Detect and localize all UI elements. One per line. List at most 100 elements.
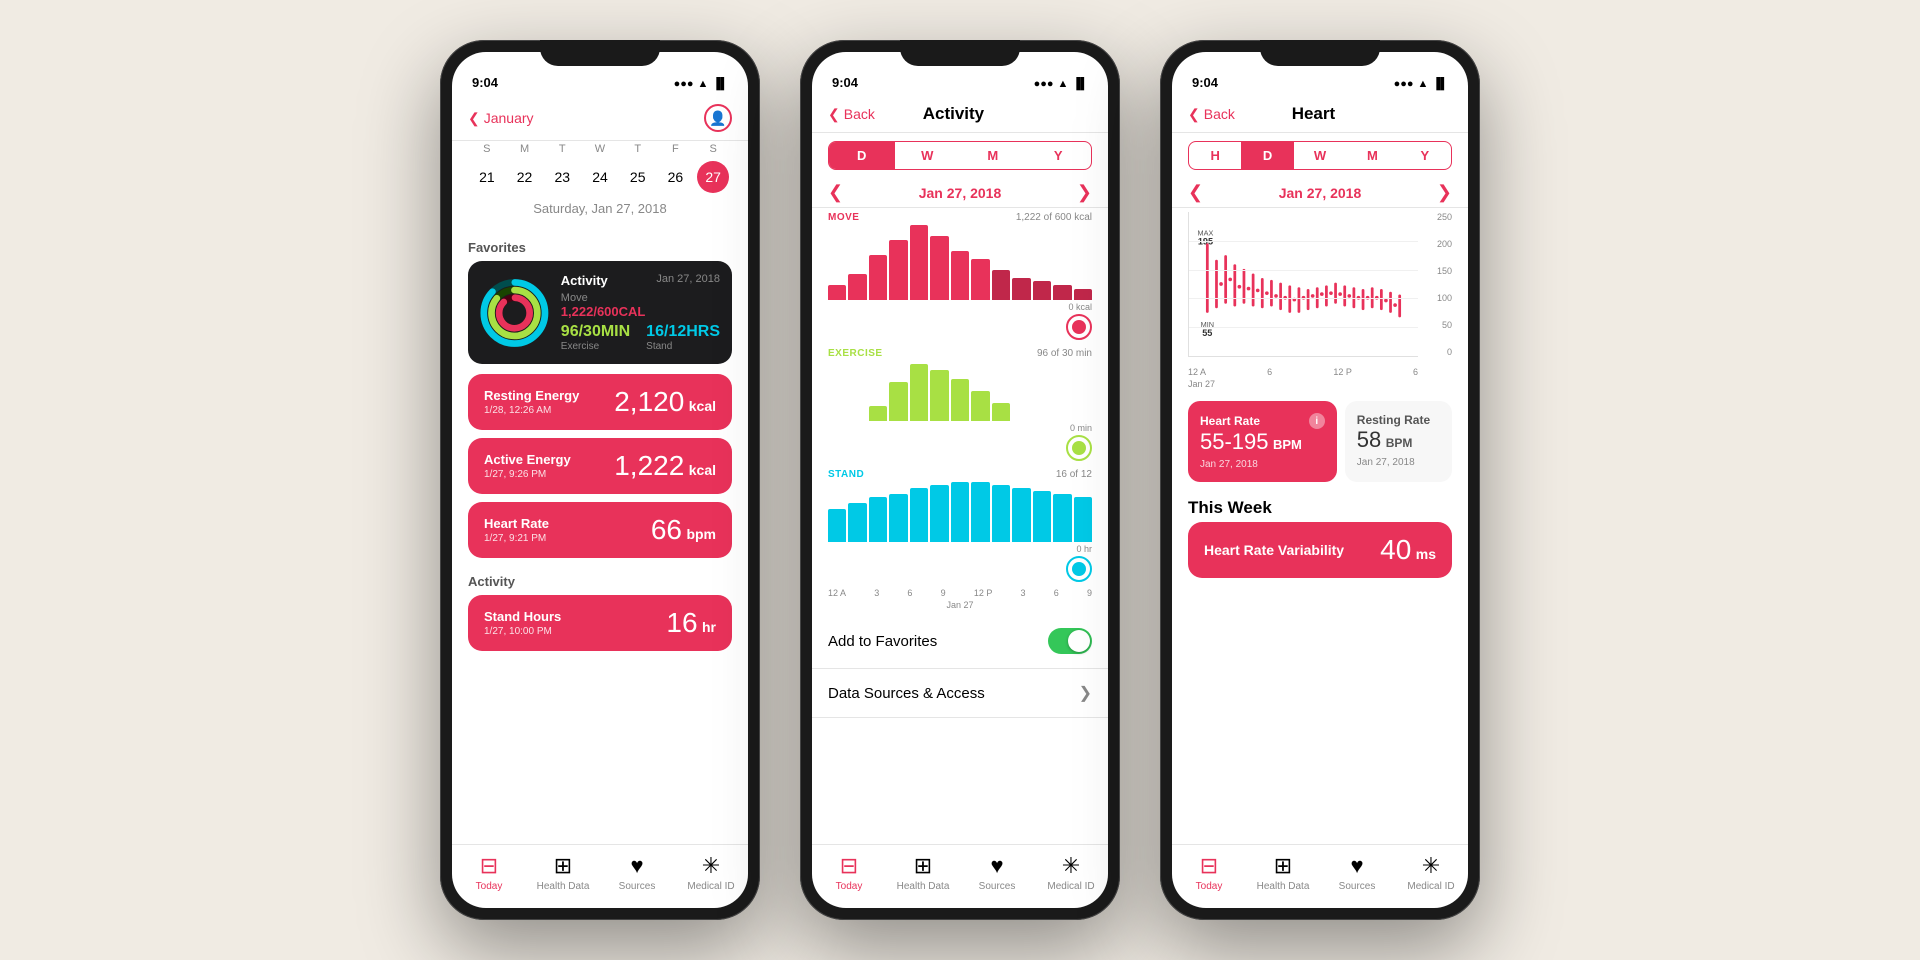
chart-date-label: Jan 27 xyxy=(812,600,1108,614)
favorites-toggle[interactable] xyxy=(1048,628,1092,654)
time-1: 9:04 xyxy=(472,75,498,90)
tab-bar-2: ⊟ Today ⊞ Health Data ♥ Sources ✳ Medica… xyxy=(812,844,1108,908)
active-energy-card[interactable]: Active Energy 1/27, 9:26 PM 1,222 kcal xyxy=(468,438,732,494)
period-d[interactable]: D xyxy=(829,142,895,169)
profile-button[interactable]: 👤 xyxy=(704,104,732,132)
add-to-favorites-row[interactable]: Add to Favorites xyxy=(812,614,1108,669)
selected-date-label: Saturday, Jan 27, 2018 xyxy=(468,197,732,224)
bar xyxy=(910,488,928,542)
stand-hours-card[interactable]: Stand Hours 1/27, 10:00 PM 16 hr xyxy=(468,595,732,651)
nav-title-3: Heart xyxy=(1292,104,1335,124)
resting-rate-value: 58 xyxy=(1357,427,1381,452)
back-activity[interactable]: ❮ Back xyxy=(828,106,875,123)
activity-title: Activity xyxy=(561,273,608,288)
time-2: 9:04 xyxy=(832,75,858,90)
battery-icon-3: ▐▌ xyxy=(1432,78,1448,90)
stand-axis-label: 0 hr xyxy=(828,544,1092,554)
next-date-3[interactable]: ❯ xyxy=(1437,182,1452,203)
prev-date-2[interactable]: ❮ xyxy=(828,182,843,203)
tab-health-data-3[interactable]: ⊞ Health Data xyxy=(1246,853,1320,892)
cal-day-25[interactable]: 25 xyxy=(619,161,657,193)
medical-label-2: Medical ID xyxy=(1047,881,1094,892)
hrv-card[interactable]: Heart Rate Variability 40 ms xyxy=(1188,522,1452,578)
tab-sources-1[interactable]: ♥ Sources xyxy=(600,853,674,892)
period-d-3[interactable]: D xyxy=(1241,142,1293,169)
resting-rate-card[interactable]: Resting Rate 58 BPM Jan 27, 2018 xyxy=(1345,401,1452,482)
bar xyxy=(1074,289,1092,300)
iphone-3: 9:04 ●●● ▲ ▐▌ ❮ Back Heart H D W M Y ❮ xyxy=(1160,40,1480,920)
tab-sources-3[interactable]: ♥ Sources xyxy=(1320,853,1394,892)
cal-day-22[interactable]: 22 xyxy=(506,161,544,193)
activity-date: Jan 27, 2018 xyxy=(656,273,720,288)
resting-energy-right: 2,120 kcal xyxy=(614,386,716,418)
tab-bar-1: ⊟ Today ⊞ Health Data ♥ Sources ✳ Medica… xyxy=(452,844,748,908)
cal-day-21[interactable]: 21 xyxy=(468,161,506,193)
stand-goal: 16 of 12 xyxy=(1056,469,1092,480)
bar xyxy=(1033,281,1051,300)
tab-health-data-2[interactable]: ⊞ Health Data xyxy=(886,853,960,892)
cal-day-26[interactable]: 26 xyxy=(657,161,695,193)
heart-rate-card[interactable]: Heart Rate 1/27, 9:21 PM 66 bpm xyxy=(468,502,732,558)
back-label-1: January xyxy=(484,110,534,126)
period-w[interactable]: W xyxy=(895,142,961,169)
heart-rate-main-card[interactable]: Heart Rate i 55-195 BPM Jan 27, 2018 xyxy=(1188,401,1337,482)
tab-sources-2[interactable]: ♥ Sources xyxy=(960,853,1034,892)
tab-today-1[interactable]: ⊟ Today xyxy=(452,853,526,892)
data-sources-row[interactable]: Data Sources & Access ❯ xyxy=(812,669,1108,718)
resting-energy-unit: kcal xyxy=(689,398,716,414)
back-heart[interactable]: ❮ Back xyxy=(1188,106,1235,123)
move-circle-icon xyxy=(828,314,1092,340)
health-data-label: Health Data xyxy=(537,881,590,892)
tab-medical-3[interactable]: ✳ Medical ID xyxy=(1394,853,1468,892)
resting-energy-left: Resting Energy 1/28, 12:26 AM xyxy=(484,388,579,416)
today-label: Today xyxy=(476,881,503,892)
bar xyxy=(869,255,887,300)
tab-today-3[interactable]: ⊟ Today xyxy=(1172,853,1246,892)
heart-rate-right: 66 bpm xyxy=(651,514,716,546)
prev-date-3[interactable]: ❮ xyxy=(1188,182,1203,203)
exercise-axis-label: 0 min xyxy=(828,423,1092,433)
back-january[interactable]: ❮ January xyxy=(468,110,534,127)
resting-energy-card[interactable]: Resting Energy 1/28, 12:26 AM 2,120 kcal xyxy=(468,374,732,430)
calendar-section: S M T W T F S 21 22 23 24 25 26 27 Satur… xyxy=(452,141,748,232)
status-icons-1: ●●● ▲ ▐▌ xyxy=(674,78,728,90)
tab-medical-2[interactable]: ✳ Medical ID xyxy=(1034,853,1108,892)
sources-icon-3: ♥ xyxy=(1350,853,1363,879)
hrv-name: Heart Rate Variability xyxy=(1204,542,1344,558)
period-m-3[interactable]: M xyxy=(1346,142,1398,169)
active-energy-name: Active Energy xyxy=(484,452,571,467)
bar xyxy=(889,382,907,421)
bar xyxy=(889,494,907,542)
period-h[interactable]: H xyxy=(1189,142,1241,169)
stand-hours-unit: hr xyxy=(702,619,716,635)
back-label-3: Back xyxy=(1204,106,1235,122)
tab-today-2[interactable]: ⊟ Today xyxy=(812,853,886,892)
bar xyxy=(1074,497,1092,542)
tab-health-data-1[interactable]: ⊞ Health Data xyxy=(526,853,600,892)
tab-medical-1[interactable]: ✳ Medical ID xyxy=(674,853,748,892)
stand-circle-icon xyxy=(828,556,1092,582)
chevron-back-icon-3: ❮ xyxy=(1188,106,1200,123)
exercise-chart-label: EXERCISE xyxy=(828,348,883,359)
stand-hours-right: 16 hr xyxy=(666,607,716,639)
cal-day-23[interactable]: 23 xyxy=(543,161,581,193)
period-y-3[interactable]: Y xyxy=(1399,142,1451,169)
period-w-3[interactable]: W xyxy=(1294,142,1346,169)
cal-day-24[interactable]: 24 xyxy=(581,161,619,193)
cal-day-27-selected[interactable]: 27 xyxy=(697,161,729,193)
date-label-2: Jan 27, 2018 xyxy=(919,185,1002,201)
heart-rate-card-unit: BPM xyxy=(1273,437,1302,452)
medical-icon-2: ✳ xyxy=(1062,853,1080,879)
battery-icon: ▐▌ xyxy=(712,78,728,90)
heart-rate-unit: bpm xyxy=(686,526,716,542)
iphone-2: 9:04 ●●● ▲ ▐▌ ❮ Back Activity D W M Y ❮ … xyxy=(800,40,1120,920)
heart-stats: Heart Rate i 55-195 BPM Jan 27, 2018 Res… xyxy=(1172,393,1468,490)
chevron-back-icon: ❮ xyxy=(468,110,480,127)
period-m[interactable]: M xyxy=(960,142,1026,169)
period-tabs-2: D W M Y xyxy=(828,141,1092,170)
activity-card[interactable]: Activity Jan 27, 2018 Move 1,222/600CAL … xyxy=(468,261,732,364)
next-date-2[interactable]: ❯ xyxy=(1077,182,1092,203)
svg-text:55: 55 xyxy=(1202,328,1212,338)
period-y[interactable]: Y xyxy=(1026,142,1092,169)
exercise-value: 96/30MIN xyxy=(561,323,630,341)
